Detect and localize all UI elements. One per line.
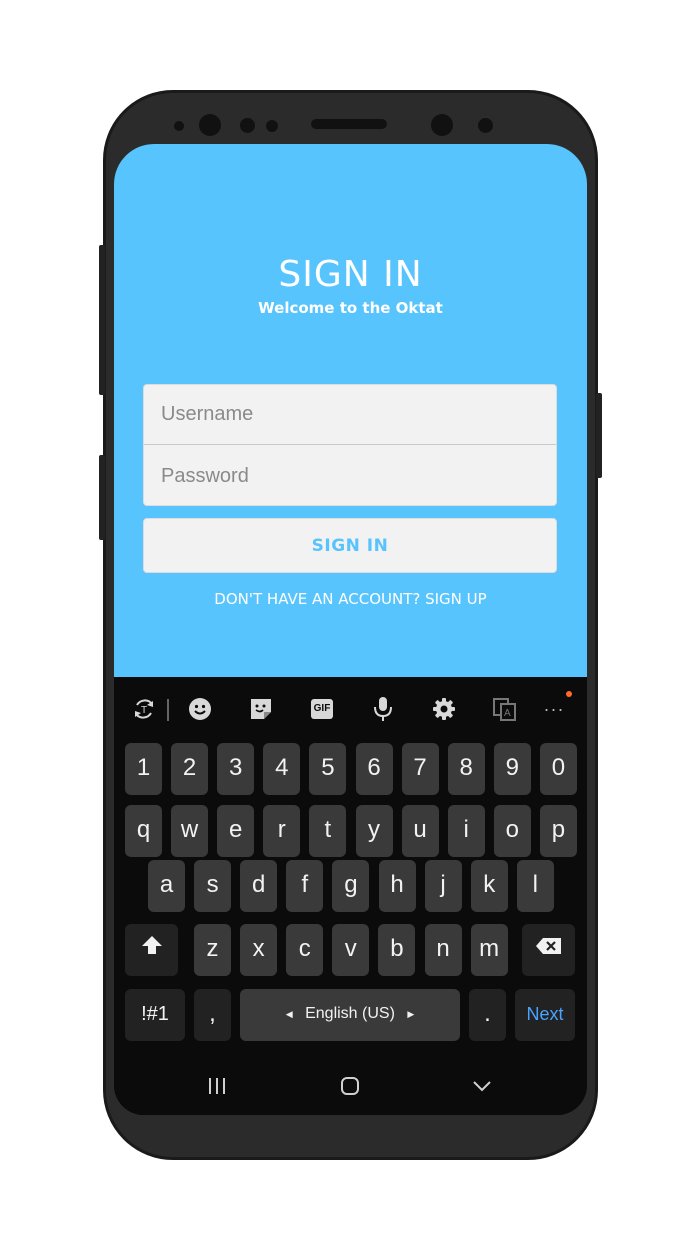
emoji-icon[interactable] [186,695,214,723]
key-x[interactable]: x [240,924,278,976]
key-0[interactable]: 0 [539,743,577,795]
toolbar-divider [167,699,169,721]
bixby-button [99,455,105,540]
language-label: English (US) [305,1005,395,1023]
soft-keyboard: T GIF A ··· 1 2 3 4 5 6 7 8 9 0 q w e r … [114,677,587,1115]
key-q[interactable]: q [125,805,162,857]
back-icon[interactable] [472,1076,492,1101]
key-l[interactable]: l [516,860,554,912]
key-c[interactable]: c [286,924,324,976]
mic-icon[interactable] [369,695,397,723]
key-f[interactable]: f [286,860,324,912]
key-8[interactable]: 8 [447,743,485,795]
backspace-key[interactable] [522,924,575,976]
sticker-icon[interactable] [247,695,275,723]
key-1[interactable]: 1 [125,743,162,795]
key-h[interactable]: h [378,860,416,912]
navigation-bar [114,1062,587,1115]
phone-screen: SIGN IN Welcome to the Oktat SIGN IN DON… [114,144,587,1115]
recents-icon[interactable] [208,1076,226,1101]
key-b[interactable]: b [378,924,416,976]
iris-sensor [240,118,255,133]
key-k[interactable]: k [470,860,508,912]
key-9[interactable]: 9 [493,743,531,795]
page-subtitle: Welcome to the Oktat [258,299,443,317]
key-z[interactable]: z [194,924,231,976]
key-s[interactable]: s [194,860,232,912]
key-i[interactable]: i [447,805,485,857]
iris-camera [431,114,453,136]
front-sensor [174,121,184,131]
gif-icon[interactable]: GIF [308,695,336,723]
signup-link[interactable]: DON'T HAVE AN ACCOUNT? SIGN UP [114,590,587,608]
notification-dot [566,691,572,697]
right-arrow-icon: ▶ [407,1009,415,1019]
comma-key[interactable]: , [194,989,231,1041]
username-input[interactable] [144,385,556,445]
gif-label: GIF [310,699,334,719]
key-o[interactable]: o [493,805,531,857]
earpiece-speaker [311,119,387,129]
key-2[interactable]: 2 [171,743,209,795]
translate-icon[interactable]: T [130,695,158,723]
volume-button [99,245,105,395]
key-v[interactable]: v [332,924,370,976]
page-title: SIGN IN [278,254,423,295]
key-y[interactable]: y [355,805,393,857]
clipboard-icon[interactable]: A [491,695,519,723]
symbols-key[interactable]: !#1 [125,989,185,1041]
period-key[interactable]: . [469,989,506,1041]
next-key[interactable]: Next [515,989,575,1041]
settings-icon[interactable] [430,695,458,723]
svg-text:A: A [504,708,511,719]
front-camera [199,114,221,136]
key-p[interactable]: p [539,805,577,857]
shift-icon [141,936,162,954]
left-arrow-icon: ◀ [285,1009,293,1019]
key-u[interactable]: u [401,805,439,857]
key-w[interactable]: w [171,805,209,857]
home-icon[interactable] [340,1076,360,1101]
shift-key[interactable] [125,924,178,976]
key-a[interactable]: a [148,860,185,912]
key-4[interactable]: 4 [263,743,301,795]
key-d[interactable]: d [240,860,278,912]
key-m[interactable]: m [470,924,508,976]
light-sensor [478,118,493,133]
keyboard-toolbar: T GIF A ··· [114,677,587,739]
key-3[interactable]: 3 [217,743,255,795]
space-key[interactable]: ◀ English (US) ▶ [240,989,460,1041]
more-icon[interactable]: ··· [540,691,572,723]
svg-text:T: T [141,705,147,716]
key-n[interactable]: n [424,924,462,976]
key-j[interactable]: j [424,860,462,912]
key-5[interactable]: 5 [309,743,347,795]
key-r[interactable]: r [263,805,301,857]
proximity-sensor [266,120,278,132]
login-form [143,384,557,506]
signin-button[interactable]: SIGN IN [143,518,557,573]
password-input[interactable] [144,446,556,506]
key-t[interactable]: t [309,805,347,857]
key-e[interactable]: e [217,805,255,857]
power-button [596,393,602,478]
backspace-icon [535,938,561,954]
key-7[interactable]: 7 [401,743,439,795]
signin-screen: SIGN IN Welcome to the Oktat SIGN IN DON… [114,144,587,677]
key-g[interactable]: g [332,860,370,912]
key-6[interactable]: 6 [355,743,393,795]
